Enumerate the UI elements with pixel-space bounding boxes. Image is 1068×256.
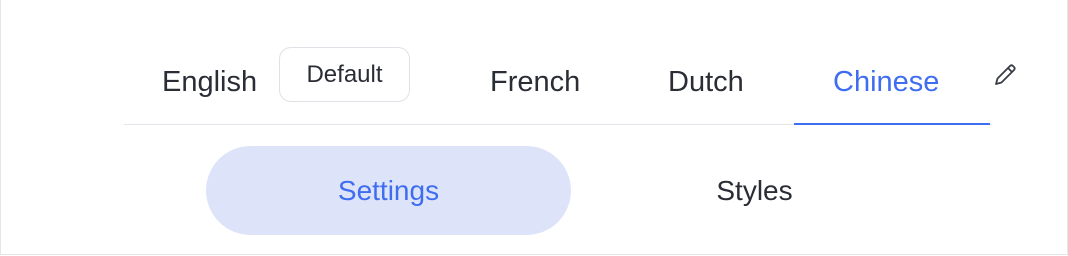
language-tabs: English Default French Dutch Chinese xyxy=(124,40,1016,125)
tab-dutch[interactable]: Dutch xyxy=(668,40,744,124)
segment-styles[interactable]: Styles xyxy=(572,146,937,235)
pencil-icon[interactable] xyxy=(990,60,1020,90)
active-tab-indicator xyxy=(794,123,990,125)
tab-dutch-label: Dutch xyxy=(668,65,744,98)
segment-styles-label: Styles xyxy=(716,174,793,206)
tab-chinese-label: Chinese xyxy=(833,65,940,98)
default-badge: Default xyxy=(279,47,410,102)
tab-french[interactable]: French xyxy=(490,40,580,124)
segment-settings-label: Settings xyxy=(337,174,440,206)
segment-settings[interactable]: Settings xyxy=(206,146,571,235)
tab-french-label: French xyxy=(490,65,581,98)
tab-chinese[interactable]: Chinese xyxy=(833,40,939,124)
default-badge-label: Default xyxy=(306,60,383,88)
tab-english-label: English xyxy=(162,65,258,98)
tab-english[interactable]: English xyxy=(162,40,257,124)
